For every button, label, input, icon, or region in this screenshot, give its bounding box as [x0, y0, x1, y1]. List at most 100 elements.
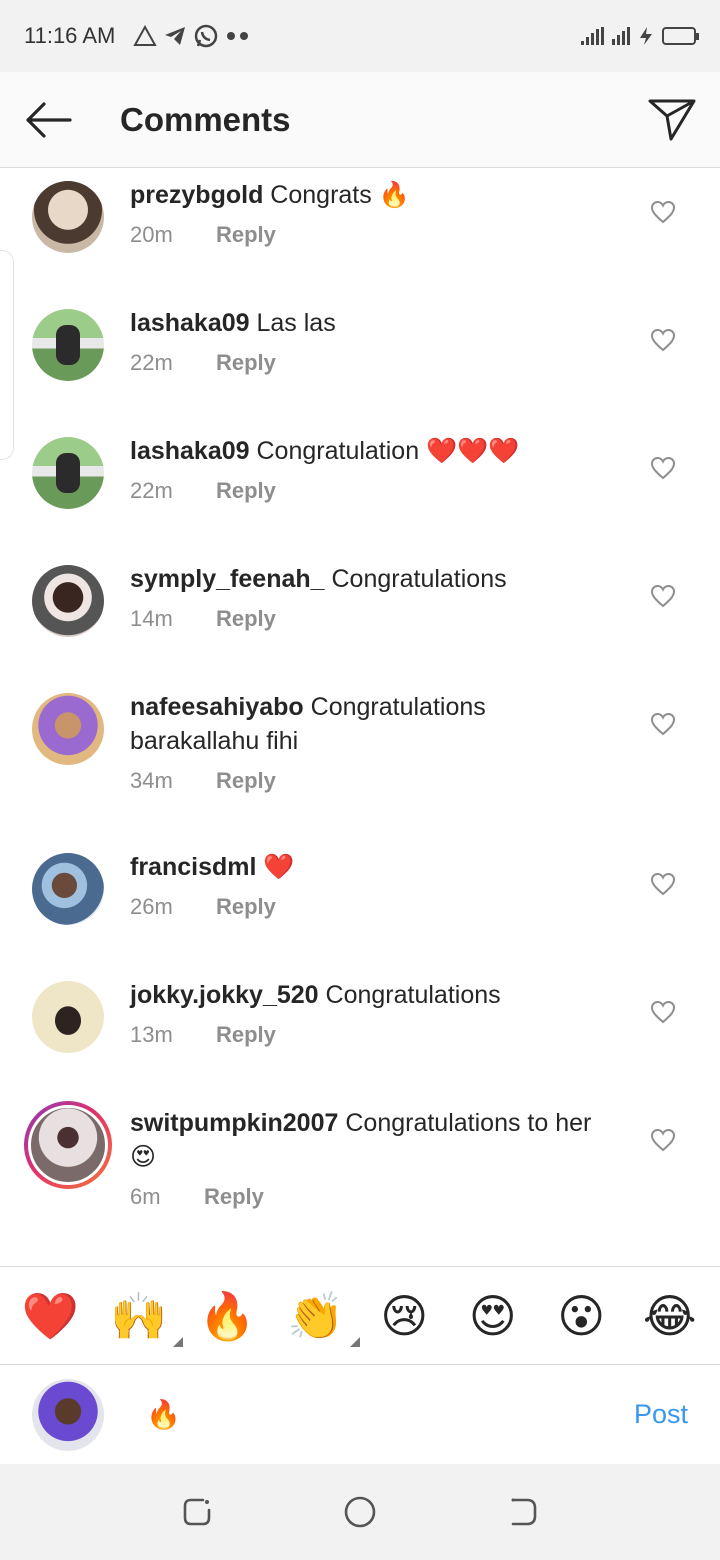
- comment-content: lashaka09 Las las 22m Reply: [130, 296, 720, 424]
- comment-item: francisdml ❤️ 26m Reply: [0, 840, 720, 968]
- comment-time: 6m: [130, 1184, 161, 1209]
- signal-2-icon: [612, 27, 630, 45]
- heart-icon[interactable]: [650, 1128, 676, 1152]
- comment-list: prezybgold Congrats 🔥 20m Reply lashaka09…: [0, 168, 720, 1256]
- heart-icon[interactable]: [650, 872, 676, 896]
- comment-time: 20m: [130, 222, 173, 247]
- comment-time: 22m: [130, 478, 173, 503]
- comment-text: Congratulation ❤️❤️❤️: [256, 437, 520, 465]
- comment-composer: 🔥 Post: [0, 1364, 720, 1464]
- avatar: [28, 1105, 108, 1185]
- comment-item: symply_feenah_ Congratulations 14m Reply: [0, 552, 720, 680]
- comment-item: prezybgold Congrats 🔥 20m Reply: [0, 168, 720, 296]
- comment-content: francisdml ❤️ 26m Reply: [130, 840, 720, 968]
- comment-content: symply_feenah_ Congratulations 14m Reply: [130, 552, 720, 680]
- emoji-raised-hands: 🙌: [110, 1288, 168, 1343]
- comment-item: lashaka09 Congratulation ❤️❤️❤️ 22m Reply: [0, 424, 720, 552]
- comment-item: nafeesahiyabo Congratulations barakallah…: [0, 680, 720, 840]
- avatar[interactable]: [32, 853, 104, 925]
- comment-text: ❤️: [263, 853, 295, 881]
- comment-time: 22m: [130, 350, 173, 375]
- notification-icons: [133, 23, 251, 49]
- comment-username[interactable]: francisdml: [130, 853, 256, 881]
- reply-button[interactable]: Reply: [216, 606, 276, 632]
- comment-content: jokky.jokky_520 Congratulations 13m Reply: [130, 968, 720, 1096]
- back-nav-icon[interactable]: [507, 1496, 539, 1528]
- back-arrow-icon: [26, 101, 72, 138]
- comment-username[interactable]: jokky.jokky_520: [130, 981, 319, 1009]
- comment-username[interactable]: symply_feenah_: [130, 565, 325, 593]
- comment-item: lashaka09 Las las 22m Reply: [0, 296, 720, 424]
- quick-emoji-bar: ❤️ 🙌 🔥 👏 😢 😍 😮 😂: [0, 1266, 720, 1364]
- reply-button[interactable]: Reply: [216, 768, 276, 794]
- reply-button[interactable]: Reply: [216, 350, 276, 376]
- skin-tone-indicator: [172, 1336, 183, 1347]
- heart-icon[interactable]: [650, 712, 676, 736]
- share-button[interactable]: [624, 72, 720, 168]
- skin-tone-indicator: [349, 1336, 360, 1347]
- heart-icon[interactable]: [650, 1000, 676, 1024]
- reply-button[interactable]: Reply: [216, 478, 276, 504]
- heart-icon[interactable]: [650, 328, 676, 352]
- avatar[interactable]: [32, 437, 104, 509]
- paper-plane-icon: [648, 99, 696, 140]
- home-icon[interactable]: [343, 1495, 377, 1529]
- reply-button[interactable]: Reply: [216, 894, 276, 920]
- emoji-surprised-button[interactable]: 😮: [551, 1293, 611, 1339]
- signal-icon: [581, 27, 604, 45]
- emoji-laugh-button[interactable]: 😂: [640, 1293, 700, 1339]
- heart-icon[interactable]: [650, 456, 676, 480]
- emoji-raised-hands-button[interactable]: 🙌: [109, 1293, 183, 1347]
- header: Comments: [0, 72, 720, 168]
- comment-username[interactable]: switpumpkin2007: [130, 1109, 338, 1137]
- post-button[interactable]: Post: [634, 1399, 688, 1430]
- comment-content: switpumpkin2007 Congratulations to her😍 …: [130, 1096, 720, 1256]
- comment-content: lashaka09 Congratulation ❤️❤️❤️ 22m Reply: [130, 424, 720, 552]
- comment-time: 13m: [130, 1022, 173, 1047]
- system-indicators: [581, 26, 699, 46]
- avatar[interactable]: [32, 181, 104, 253]
- heart-icon[interactable]: [650, 584, 676, 608]
- emoji-clap-button[interactable]: 👏: [286, 1293, 360, 1347]
- system-navigation-bar: [0, 1464, 720, 1560]
- heart-icon[interactable]: [650, 200, 676, 224]
- comment-item: switpumpkin2007 Congratulations to her😍 …: [0, 1096, 720, 1256]
- comment-text: Las las: [256, 309, 336, 337]
- reply-button[interactable]: Reply: [204, 1184, 264, 1210]
- recents-icon[interactable]: [181, 1496, 213, 1528]
- warning-icon: [133, 25, 158, 46]
- emoji-heart-button[interactable]: ❤️: [20, 1293, 80, 1339]
- status-bar: 11:16 AM: [0, 0, 720, 72]
- comment-text: Congrats 🔥: [270, 181, 410, 209]
- emoji-cry-button[interactable]: 😢: [374, 1293, 434, 1339]
- comment-text: Congratulations: [331, 565, 507, 593]
- avatar[interactable]: [32, 309, 104, 381]
- current-user-avatar: [32, 1378, 104, 1451]
- comment-time: 26m: [130, 894, 173, 919]
- comment-input[interactable]: 🔥: [146, 1398, 181, 1431]
- reply-button[interactable]: Reply: [216, 222, 276, 248]
- emoji-fire-button[interactable]: 🔥: [197, 1293, 257, 1339]
- comment-username[interactable]: nafeesahiyabo: [130, 693, 304, 721]
- comment-time: 14m: [130, 606, 173, 631]
- charging-icon: [640, 27, 652, 45]
- telegram-icon: [165, 27, 186, 45]
- whatsapp-icon: [195, 24, 218, 48]
- comment-username[interactable]: prezybgold: [130, 181, 263, 209]
- comment-content: prezybgold Congrats 🔥 20m Reply: [130, 168, 720, 296]
- comment-item: jokky.jokky_520 Congratulations 13m Reply: [0, 968, 720, 1096]
- emoji-heart-eyes-button[interactable]: 😍: [463, 1293, 523, 1339]
- battery-icon: [662, 27, 699, 45]
- more-notifications-icon: [227, 32, 249, 40]
- comment-time: 34m: [130, 768, 173, 793]
- comment-username[interactable]: lashaka09: [130, 309, 250, 337]
- avatar-with-story[interactable]: [24, 1101, 112, 1189]
- emoji-clap: 👏: [287, 1288, 345, 1343]
- comment-content: nafeesahiyabo Congratulations barakallah…: [130, 680, 720, 840]
- avatar[interactable]: [32, 565, 104, 637]
- reply-button[interactable]: Reply: [216, 1022, 276, 1048]
- back-button[interactable]: [0, 72, 96, 168]
- comment-username[interactable]: lashaka09: [130, 437, 250, 465]
- avatar[interactable]: [32, 981, 104, 1053]
- avatar[interactable]: [32, 693, 104, 765]
